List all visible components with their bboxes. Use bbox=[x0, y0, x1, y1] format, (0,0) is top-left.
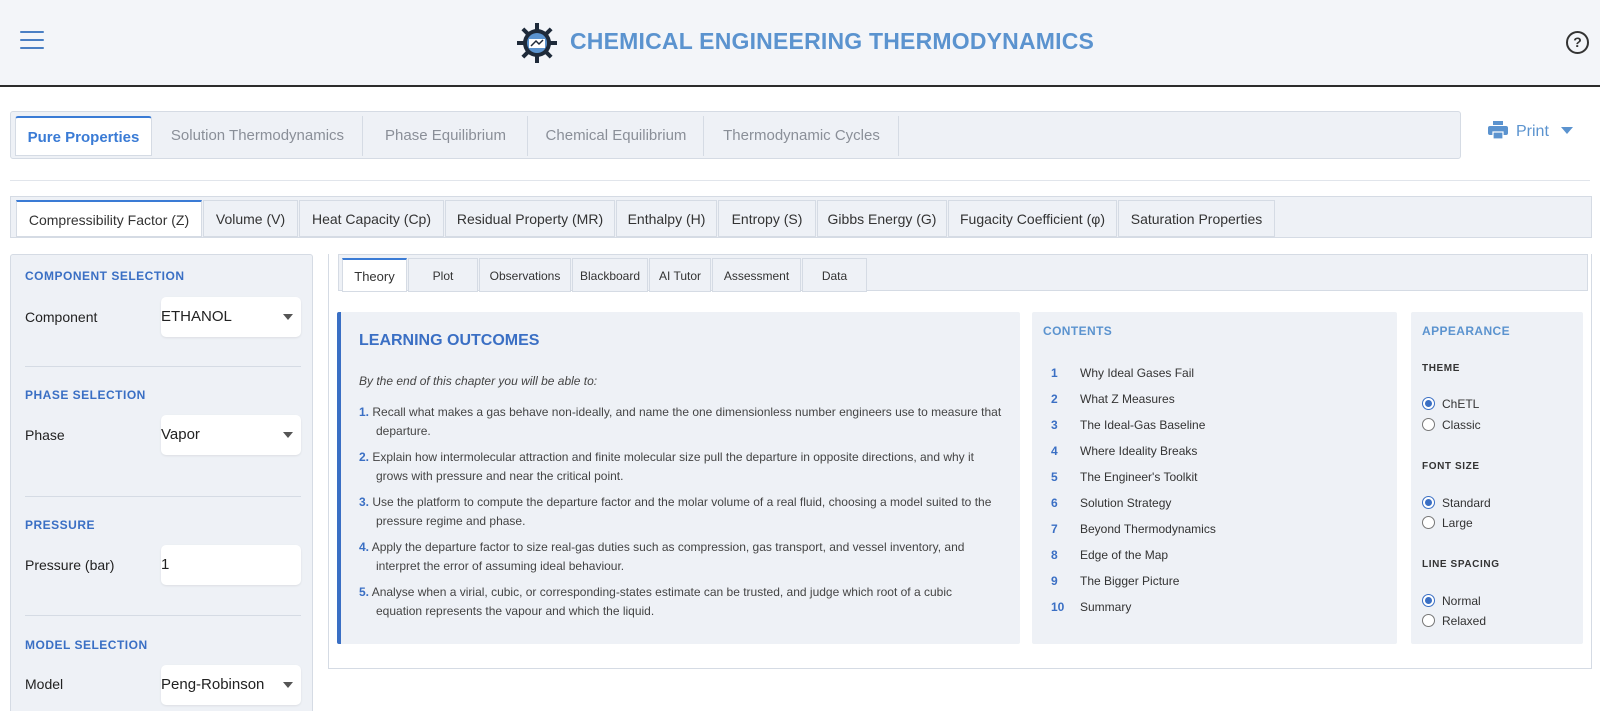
component-select[interactable]: ETHANOL bbox=[161, 297, 301, 337]
contents-item[interactable]: 7 Beyond Thermodynamics bbox=[1043, 522, 1216, 542]
divider bbox=[25, 615, 301, 616]
printer-icon bbox=[1488, 121, 1508, 139]
divider bbox=[25, 366, 301, 367]
chevron-down-icon bbox=[283, 432, 293, 438]
pressure-input[interactable]: 1 bbox=[161, 545, 301, 585]
subtab-entropy[interactable]: Entropy (S) bbox=[718, 200, 816, 237]
theme-label: THEME bbox=[1422, 363, 1460, 374]
outcome-item: 1. Recall what makes a gas behave non-id… bbox=[359, 405, 1002, 438]
phase-select[interactable]: Vapor bbox=[161, 415, 301, 455]
subtab-residual-property[interactable]: Residual Property (MR) bbox=[445, 200, 615, 237]
app-header: CHEMICAL ENGINEERING THERMODYNAMICS ? bbox=[0, 0, 1600, 87]
phase-label: Phase bbox=[25, 427, 65, 443]
tab-theory[interactable]: Theory bbox=[342, 258, 407, 292]
contents-item[interactable]: 10 Summary bbox=[1043, 600, 1131, 620]
help-icon[interactable]: ? bbox=[1566, 31, 1589, 54]
contents-item[interactable]: 4 Where Ideality Breaks bbox=[1043, 444, 1197, 464]
learning-outcomes-intro: By the end of this chapter you will be a… bbox=[359, 374, 598, 388]
pressure-section-title: PRESSURE bbox=[25, 518, 96, 532]
tab-thermodynamic-cycles[interactable]: Thermodynamic Cycles bbox=[705, 116, 899, 156]
tab-plot[interactable]: Plot bbox=[408, 258, 478, 292]
chevron-down-icon bbox=[283, 314, 293, 320]
sub-tab-bar: Compressibility Factor (Z) Volume (V) He… bbox=[10, 196, 1592, 238]
model-label: Model bbox=[25, 676, 64, 692]
model-select[interactable]: Peng-Robinson bbox=[161, 665, 301, 705]
app-title: CHEMICAL ENGINEERING THERMODYNAMICS bbox=[570, 28, 1095, 54]
learning-outcomes-title: LEARNING OUTCOMES bbox=[359, 332, 540, 349]
contents-item[interactable]: 9 The Bigger Picture bbox=[1043, 574, 1179, 594]
component-label: Component bbox=[25, 309, 98, 325]
radio-selected-icon bbox=[1422, 397, 1435, 410]
subtab-volume[interactable]: Volume (V) bbox=[203, 200, 298, 237]
pressure-label: Pressure (bar) bbox=[25, 557, 115, 573]
outcome-item: 3. Use the platform to compute the depar… bbox=[359, 495, 992, 528]
line-spacing-option-normal[interactable]: Normal bbox=[1422, 594, 1481, 608]
theme-option-chetl[interactable]: ChETL bbox=[1422, 397, 1479, 411]
chevron-down-icon bbox=[283, 682, 293, 688]
line-spacing-option-relaxed[interactable]: Relaxed bbox=[1422, 614, 1486, 628]
subtab-fugacity-coefficient[interactable]: Fugacity Coefficient (φ) bbox=[948, 200, 1117, 237]
subtab-heat-capacity[interactable]: Heat Capacity (Cp) bbox=[299, 200, 444, 237]
model-section-title: MODEL SELECTION bbox=[25, 638, 148, 652]
contents-panel: CONTENTS 1 Why Ideal Gases Fail 2 What Z M… bbox=[1032, 312, 1397, 644]
print-label: Print bbox=[1516, 123, 1549, 140]
gear-logo-icon bbox=[517, 23, 557, 63]
divider bbox=[10, 180, 1590, 181]
subtab-enthalpy[interactable]: Enthalpy (H) bbox=[616, 200, 717, 237]
outcome-item: 4. Apply the departure factor to size re… bbox=[359, 540, 965, 573]
tab-ai-tutor[interactable]: AI Tutor bbox=[649, 258, 711, 292]
radio-selected-icon bbox=[1422, 594, 1435, 607]
subtab-saturation-properties[interactable]: Saturation Properties bbox=[1118, 200, 1275, 237]
inner-tab-bar: Theory Plot Observations Blackboard AI T… bbox=[338, 254, 1588, 292]
font-size-option-standard[interactable]: Standard bbox=[1422, 496, 1491, 510]
divider bbox=[25, 496, 301, 497]
hamburger-menu-icon[interactable] bbox=[20, 31, 44, 51]
print-button[interactable]: Print bbox=[1488, 121, 1573, 149]
appearance-title: APPEARANCE bbox=[1422, 324, 1511, 338]
component-section-title: COMPONENT SELECTION bbox=[25, 269, 185, 283]
input-sidebar: COMPONENT SELECTION Component ETHANOL PH… bbox=[10, 254, 313, 711]
appearance-panel: APPEARANCE THEME ChETL Classic FONT SIZE… bbox=[1411, 312, 1583, 644]
tab-phase-equilibrium[interactable]: Phase Equilibrium bbox=[364, 116, 528, 156]
radio-icon bbox=[1422, 614, 1435, 627]
tab-blackboard[interactable]: Blackboard bbox=[572, 258, 648, 292]
outcome-item: 2. Explain how intermolecular attraction… bbox=[359, 450, 975, 483]
radio-selected-icon bbox=[1422, 496, 1435, 509]
main-tab-bar: Pure Properties Solution Thermodynamics … bbox=[10, 111, 1461, 159]
tab-pure-properties[interactable]: Pure Properties bbox=[15, 116, 152, 156]
tab-data[interactable]: Data bbox=[802, 258, 867, 292]
font-size-option-large[interactable]: Large bbox=[1422, 516, 1473, 530]
contents-item[interactable]: 1 Why Ideal Gases Fail bbox=[1043, 366, 1194, 386]
outcome-item: 5. Analyse when a virial, cubic, or corr… bbox=[359, 585, 952, 618]
contents-title: CONTENTS bbox=[1043, 324, 1113, 338]
learning-outcomes-panel: LEARNING OUTCOMES By the end of this cha… bbox=[337, 312, 1020, 644]
contents-item[interactable]: 8 Edge of the Map bbox=[1043, 548, 1168, 568]
tab-observations[interactable]: Observations bbox=[479, 258, 571, 292]
chevron-down-icon[interactable] bbox=[1560, 127, 1573, 134]
subtab-gibbs-energy[interactable]: Gibbs Energy (G) bbox=[817, 200, 947, 237]
contents-item[interactable]: 2 What Z Measures bbox=[1043, 392, 1175, 412]
subtab-compressibility-factor[interactable]: Compressibility Factor (Z) bbox=[16, 200, 202, 237]
theme-option-classic[interactable]: Classic bbox=[1422, 418, 1481, 432]
line-spacing-label: LINE SPACING bbox=[1422, 559, 1500, 570]
radio-icon bbox=[1422, 516, 1435, 529]
contents-item[interactable]: 3 The Ideal-Gas Baseline bbox=[1043, 418, 1205, 438]
tab-solution-thermodynamics[interactable]: Solution Thermodynamics bbox=[153, 116, 363, 156]
radio-icon bbox=[1422, 418, 1435, 431]
tab-chemical-equilibrium[interactable]: Chemical Equilibrium bbox=[529, 116, 704, 156]
contents-item[interactable]: 5 The Engineer's Toolkit bbox=[1043, 470, 1197, 490]
tab-assessment[interactable]: Assessment bbox=[712, 258, 801, 292]
font-size-label: FONT SIZE bbox=[1422, 461, 1480, 472]
phase-section-title: PHASE SELECTION bbox=[25, 388, 146, 402]
contents-item[interactable]: 6 Solution Strategy bbox=[1043, 496, 1171, 516]
